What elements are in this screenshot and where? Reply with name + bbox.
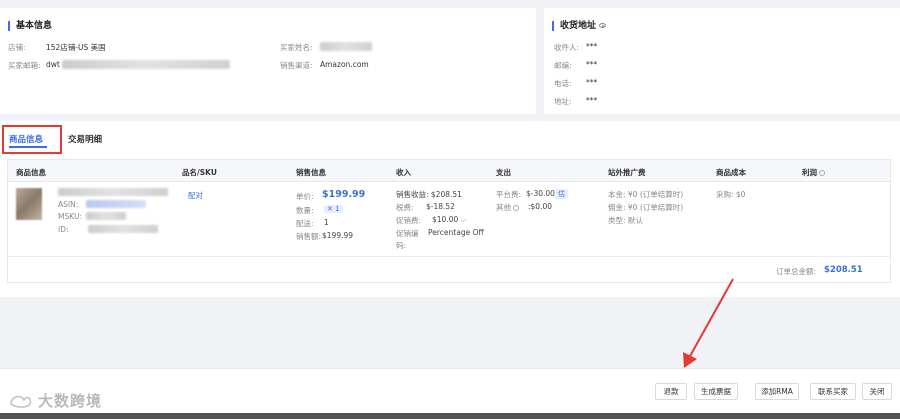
- generate-invoice-button[interactable]: 生成票据: [694, 383, 738, 400]
- annotation-arrow: [683, 278, 734, 368]
- contact-buyer-button[interactable]: 联系买家: [810, 383, 856, 400]
- add-rma-button[interactable]: 添加RMA: [755, 383, 799, 400]
- refund-button[interactable]: 退款: [655, 383, 687, 400]
- close-button[interactable]: 关闭: [862, 383, 892, 400]
